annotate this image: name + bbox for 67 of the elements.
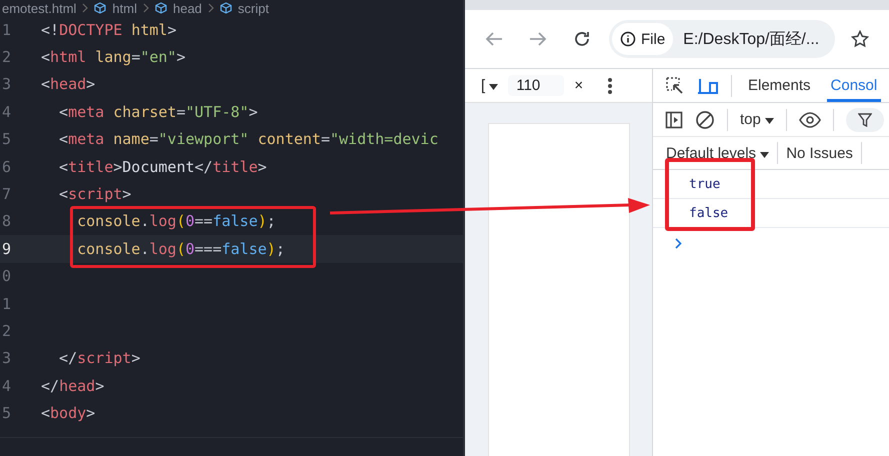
line-number: 1: [0, 20, 11, 39]
forward-icon[interactable]: [529, 31, 547, 47]
chevron-right-icon: [82, 3, 88, 13]
levels-dropdown[interactable]: Default levels: [666, 144, 770, 162]
code-text: <!DOCTYPE html>: [41, 20, 176, 39]
site-info-chip[interactable]: File: [612, 23, 674, 55]
reload-icon[interactable]: [573, 30, 591, 48]
info-icon: [620, 31, 636, 47]
breadcrumb-item[interactable]: html: [112, 0, 137, 16]
inspect-icon[interactable]: [665, 76, 685, 96]
code-text: </head>: [41, 376, 104, 395]
code-text: <script>: [58, 185, 132, 204]
caret-icon: [765, 118, 774, 124]
line-number: 3: [0, 349, 11, 368]
code-text: <meta charset="UTF-8">: [58, 102, 258, 121]
code-text: console.log(0===false);: [76, 240, 285, 258]
line-number: 7: [0, 185, 11, 204]
line-number: 2: [0, 322, 11, 340]
line-number: 5: [0, 130, 11, 148]
code-text: </script>: [58, 349, 140, 368]
line-number: 0: [0, 267, 11, 286]
code-text: <head>: [41, 75, 96, 94]
console-message: true: [689, 176, 720, 192]
address-text: E:/DeskTop/面经/...: [683, 30, 820, 50]
cube-icon: [94, 2, 106, 14]
star-icon[interactable]: [851, 30, 870, 48]
breadcrumb-item[interactable]: head: [172, 0, 202, 16]
console-message: false: [689, 206, 728, 220]
breadcrumb-item[interactable]: script: [238, 0, 269, 16]
line-number: 3: [0, 75, 11, 94]
back-icon[interactable]: [485, 31, 503, 47]
devtools-tab[interactable]: Consol: [826, 69, 882, 102]
device-toolbar-icon[interactable]: [697, 76, 719, 94]
line-number: 9: [0, 240, 11, 258]
devtools-tab[interactable]: Elements: [744, 69, 815, 102]
line-number: 8: [0, 212, 11, 230]
eye-icon[interactable]: [799, 112, 822, 128]
chevron-right-icon[interactable]: [675, 238, 682, 249]
cube-icon: [154, 2, 167, 14]
chevron-right-icon: [208, 3, 214, 13]
more-icon[interactable]: [607, 76, 614, 94]
code-text: <body>: [41, 404, 96, 422]
width-field[interactable]: 110: [508, 75, 564, 96]
sidebar-icon[interactable]: [665, 110, 683, 128]
line-number: 1: [0, 294, 11, 313]
line-number: 5: [0, 404, 11, 422]
chevron-right-icon: [142, 3, 149, 13]
filter-field[interactable]: [846, 108, 884, 132]
line-number: 4: [0, 376, 11, 395]
line-number: 4: [0, 102, 11, 121]
address-bar[interactable]: File E:/DeskTop/面经/...: [609, 20, 836, 58]
line-number: 6: [0, 158, 11, 176]
cube-icon: [220, 2, 232, 14]
breadcrumb-item[interactable]: emotest.html: [2, 0, 76, 16]
times-sign: ×: [574, 77, 584, 94]
code-text: console.log(0==false);: [76, 212, 276, 230]
clear-icon[interactable]: [695, 110, 715, 130]
dimensions-dropdown[interactable]: [: [481, 77, 498, 94]
code-text: <html lang="en">: [41, 48, 186, 66]
issues-button[interactable]: No Issues: [786, 144, 853, 162]
context-dropdown[interactable]: top: [740, 111, 774, 128]
filter-icon: [858, 112, 872, 126]
code-text: <meta name="viewport" content="width=devic: [58, 130, 438, 148]
caret-icon: [489, 84, 498, 90]
caret-icon: [760, 152, 770, 158]
line-number: 2: [0, 48, 11, 66]
code-text: <title>Document</title>: [58, 158, 267, 176]
